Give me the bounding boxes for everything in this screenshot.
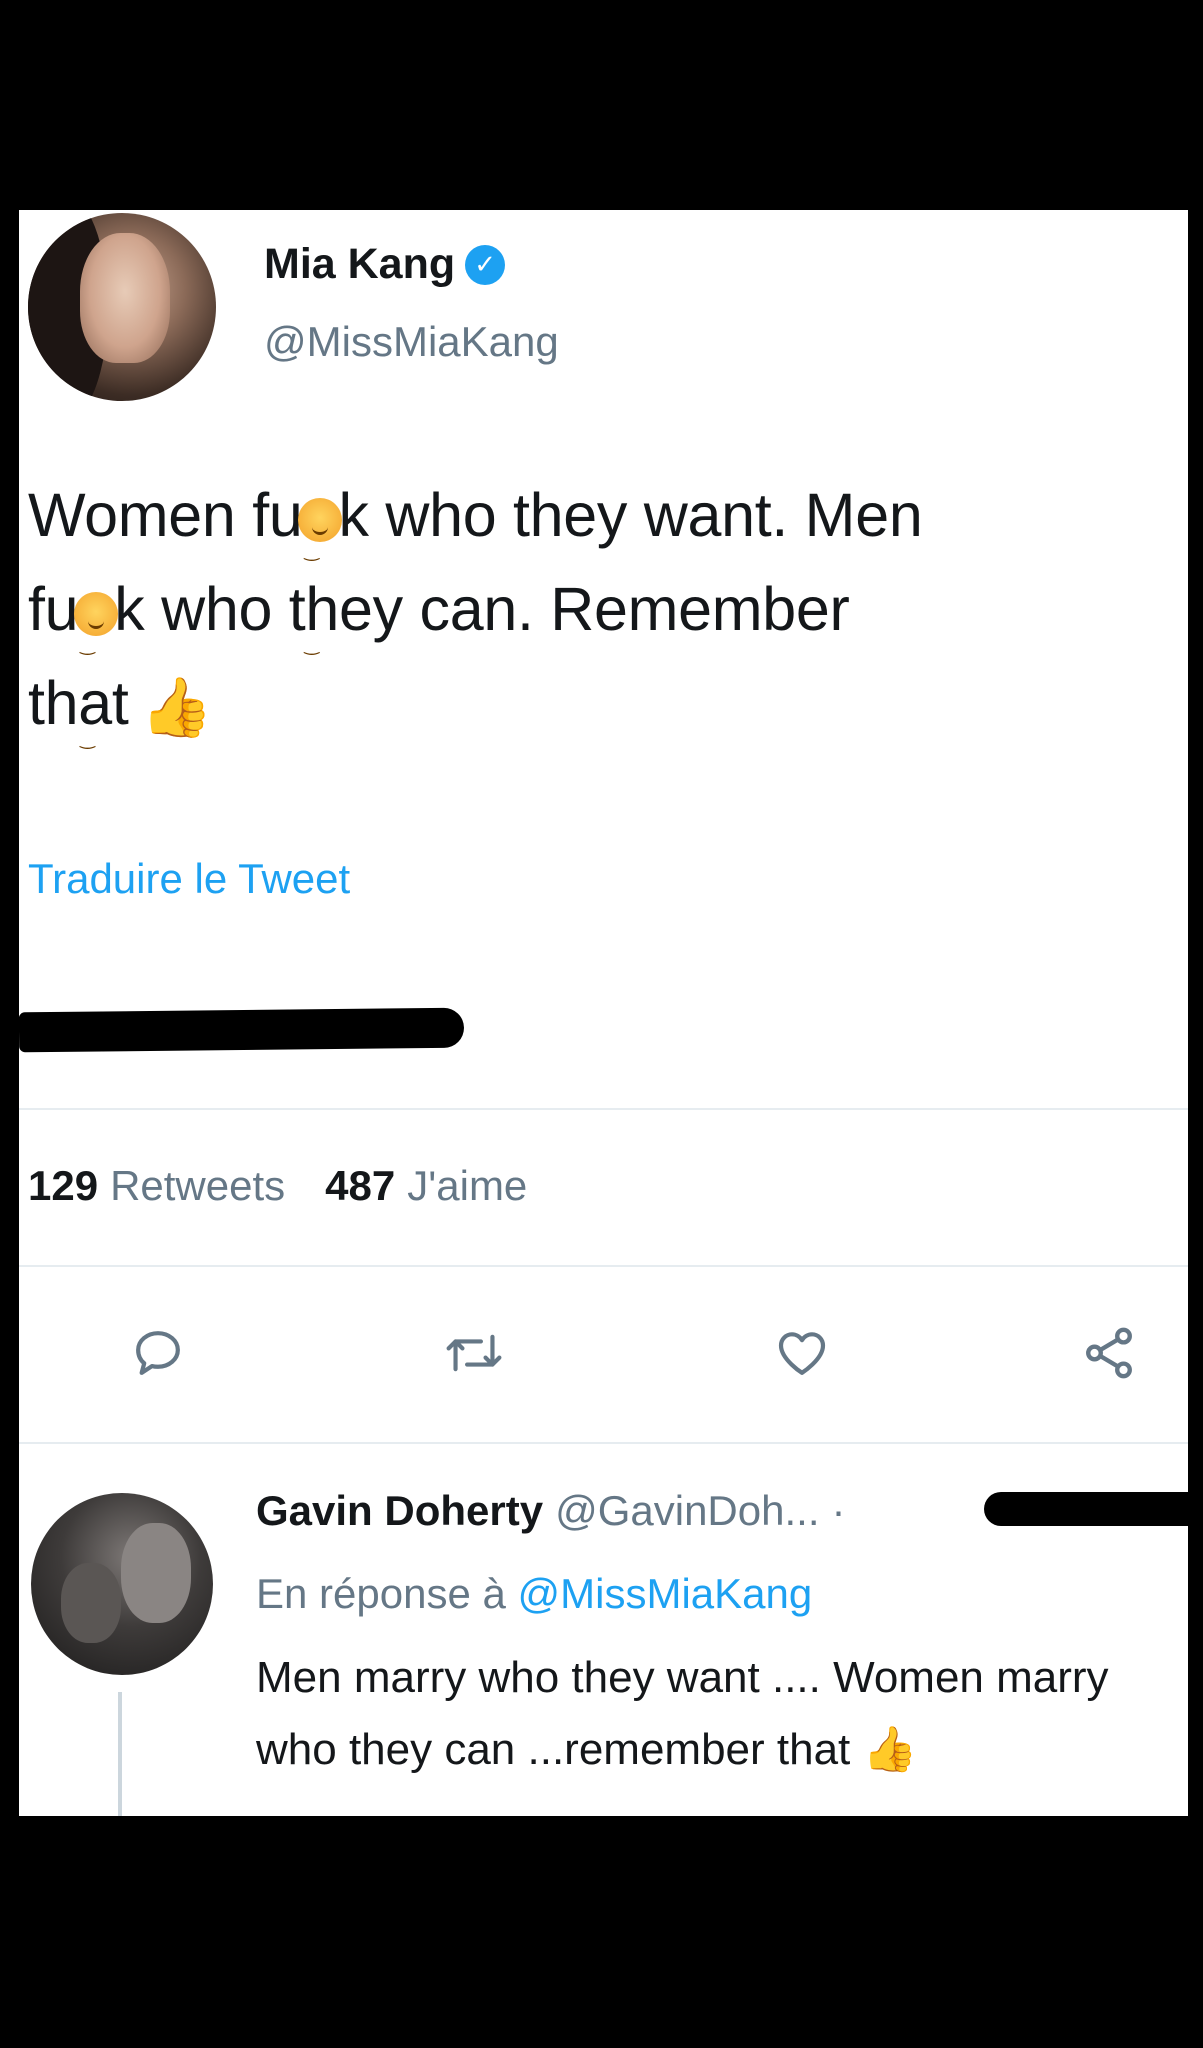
share-icon (1086, 1327, 1132, 1379)
retweets-count: 129 (28, 1162, 99, 1209)
reply-body: Men marry who they want .... Women marry… (256, 1653, 1109, 1774)
divider (19, 1108, 1188, 1110)
blush-emoji-icon (298, 497, 343, 692)
tweet-stats: 129 Retweets 487 J'aime (28, 1162, 527, 1210)
heart-icon (778, 1332, 826, 1375)
likes-count: 487 (325, 1162, 396, 1209)
avatar-face (80, 233, 170, 363)
tweet-text-line2-a: fu (28, 575, 79, 643)
verified-badge-icon: ✓ (465, 244, 506, 285)
divider (19, 1265, 1188, 1267)
author-avatar[interactable] (28, 213, 216, 401)
thumbs-up-emoji-icon: 👍 (140, 674, 213, 740)
reply-separator: · (831, 1487, 846, 1534)
reply-to-handle-link[interactable]: @MissMiaKang (518, 1570, 813, 1617)
tweet-card: Mia Kang ✓ @MissMiaKang Women fu k who th… (19, 210, 1188, 1816)
retweet-icon (446, 1334, 502, 1372)
reply-icon (136, 1331, 180, 1375)
thumbs-up-emoji-icon: 👍 (862, 1725, 918, 1774)
tweet-action-bar (19, 1318, 1188, 1388)
reply-text: Men marry who they want .... Women marry… (256, 1642, 1186, 1786)
likes-label: J'aime (407, 1162, 528, 1209)
tweet-text-line1-b: k who they want. Men (338, 481, 923, 549)
tweet-text-line2-b: k who they can. Remember (114, 575, 850, 643)
reply-author-name[interactable]: Gavin Doherty (256, 1487, 543, 1535)
thread-connector-line (118, 1692, 122, 1816)
tweet-text-line1-a: Women fu (28, 481, 303, 549)
author-handle[interactable]: @MissMiaKang (264, 318, 559, 366)
blush-emoji-icon (74, 591, 119, 786)
reply-button[interactable] (123, 1318, 193, 1388)
like-button[interactable] (767, 1318, 837, 1388)
author-name[interactable]: Mia Kang (264, 240, 455, 289)
retweets-stat[interactable]: 129 Retweets (28, 1162, 285, 1210)
reply-to-prefix: En réponse à (256, 1570, 506, 1617)
reply-author-avatar[interactable] (31, 1493, 213, 1675)
avatar-figure (61, 1563, 121, 1643)
redacted-timestamp (19, 1007, 465, 1053)
divider (19, 1442, 1188, 1444)
reply-author-handle[interactable]: @GavinDoh... (555, 1487, 819, 1535)
author-name-row: Mia Kang ✓ (264, 240, 506, 289)
retweets-label: Retweets (110, 1162, 286, 1209)
translate-tweet-link[interactable]: Traduire le Tweet (28, 855, 350, 903)
reply-header: Gavin Doherty @GavinDoh... · (256, 1487, 846, 1535)
likes-stat[interactable]: 487 J'aime (325, 1162, 527, 1210)
reply-to-line: En réponse à @MissMiaKang (256, 1570, 812, 1618)
redacted-reply-timestamp (984, 1492, 1188, 1526)
retweet-button[interactable] (439, 1318, 509, 1388)
tweet-text: Women fu k who they want. Men fu k who the… (28, 468, 1188, 786)
share-button[interactable] (1074, 1318, 1144, 1388)
avatar-figure (121, 1523, 191, 1623)
